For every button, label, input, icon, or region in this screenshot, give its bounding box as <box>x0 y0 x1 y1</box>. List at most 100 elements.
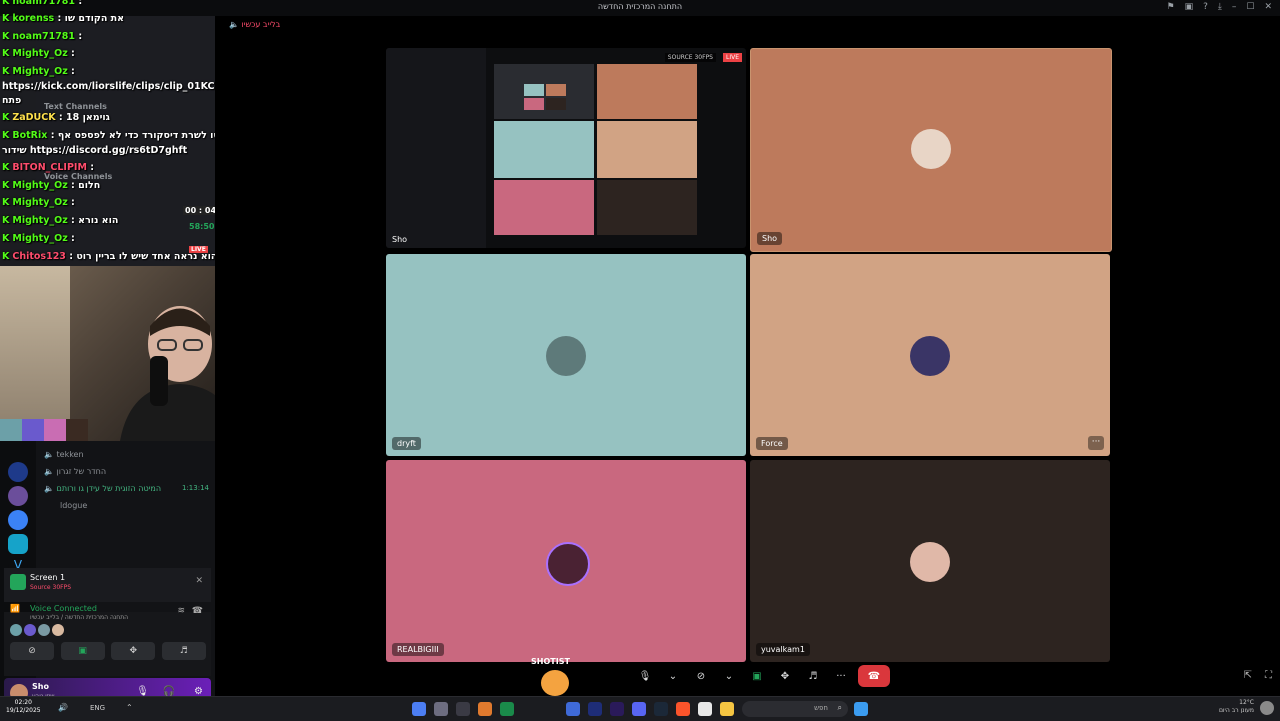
app-icon-after-effects[interactable] <box>588 702 602 716</box>
chat-message: Knoam71781 : <box>2 31 83 42</box>
stream-sidebar-mini <box>386 48 486 248</box>
voice-channel-tekken[interactable]: 🔈 tekken <box>44 450 84 459</box>
end-call-button[interactable]: ☎ <box>858 665 890 687</box>
camera-off-icon: ⊘ <box>696 670 706 682</box>
chat-message: K Mighty_Oz : <box>2 197 75 208</box>
screen-share-toggle[interactable]: ▣ <box>746 665 768 687</box>
mini-tile <box>546 84 566 96</box>
app-icon[interactable] <box>412 702 426 716</box>
more-icon: ··· <box>836 670 846 682</box>
avatar <box>0 419 22 441</box>
soundboard-button[interactable]: ♬ <box>161 642 206 660</box>
windows-start-icon[interactable] <box>854 702 868 716</box>
close-share-icon[interactable]: ✕ <box>195 576 203 586</box>
mic-options-chevron-icon[interactable]: ⌄ <box>662 665 684 687</box>
server-icon[interactable] <box>8 510 28 530</box>
language-indicator[interactable]: ENG <box>90 704 105 712</box>
disconnect-icon[interactable]: ☎ <box>192 606 203 616</box>
server-icon[interactable] <box>8 486 28 506</box>
microphone-icon: 🎙 <box>638 670 652 682</box>
voice-member-avatars <box>10 624 64 636</box>
chat-message: פתח <box>2 95 22 106</box>
chevron-up-icon[interactable]: ⌃ <box>126 703 133 712</box>
speaker-icon: 🔈 <box>229 20 239 29</box>
maximize-icon[interactable]: ☐ <box>1246 2 1254 12</box>
microphone-toggle[interactable]: 🎙 <box>634 665 656 687</box>
screen-share-button[interactable]: ▣ <box>60 642 105 660</box>
avatar <box>910 542 950 582</box>
app-icon[interactable] <box>434 702 448 716</box>
app-icon[interactable] <box>698 702 712 716</box>
screen-share-card[interactable]: Screen 1 Source 30FPS ✕ <box>4 568 211 602</box>
screen-share-icon: ▣ <box>752 670 762 682</box>
participant-tile-dryft[interactable]: dryft <box>386 254 746 456</box>
clock[interactable]: 02:20 19/12/2025 <box>6 699 41 715</box>
stream-tile[interactable]: SOURCE 30FPS LIVE Sho <box>386 48 746 248</box>
stream-tile-dryft <box>494 121 594 178</box>
activities-button[interactable]: ✥ <box>774 665 796 687</box>
chat-message: שידור https://discord.gg/rs6tD7ghft <box>2 145 188 156</box>
app-icon[interactable] <box>478 702 492 716</box>
app-icon[interactable] <box>500 702 514 716</box>
avatar <box>66 419 88 441</box>
participant-tile-sho[interactable]: Sho <box>750 48 1112 252</box>
camera-toggle[interactable]: ⊘ <box>690 665 712 687</box>
app-icon[interactable] <box>456 702 470 716</box>
chat-message: K ZaDUCK : גוימאן 18 <box>2 112 110 123</box>
voice-signal-icon: 📶 <box>10 604 20 613</box>
chat-message: K Mighty_Oz : הוא נורא <box>2 215 119 226</box>
more-button[interactable]: ··· <box>830 665 852 687</box>
avatar <box>546 542 590 586</box>
screen-icon <box>10 574 26 590</box>
fullscreen-icon[interactable]: ⛶ <box>1265 670 1272 681</box>
app-icon[interactable] <box>566 702 580 716</box>
participant-tile-force[interactable]: Force ··· <box>750 254 1110 456</box>
close-icon[interactable]: ✕ <box>1264 2 1272 12</box>
avatar <box>546 336 586 376</box>
server-icon-v[interactable] <box>8 534 28 554</box>
avatar <box>44 419 66 441</box>
search-box[interactable]: חפש ⌕ <box>742 701 848 717</box>
chat-message: Kkorenss : את הקודם שו <box>2 13 125 24</box>
tiger-mascot-label: SHOTIST <box>531 657 570 666</box>
avatar <box>22 419 44 441</box>
speaker-icon: 🔈 <box>44 450 54 459</box>
avatar <box>52 624 64 636</box>
app-icon-brave[interactable] <box>676 702 690 716</box>
chat-message: K BITON_CLIPIM : <box>2 162 95 173</box>
window-controls: ⚑ ▣ ? ⤓ – ☐ ✕ <box>1167 2 1272 12</box>
app-icon-discord[interactable] <box>632 702 646 716</box>
mini-tile <box>524 98 544 110</box>
voice-channel-bed[interactable]: 🔈 המיטה הזוגית של עידן גו ורותם 1:13:14 <box>44 484 209 493</box>
server-icon-pr[interactable] <box>8 462 28 482</box>
chat-message: Knoam71781 : <box>2 0 83 7</box>
activities-button[interactable]: ✥ <box>111 642 156 660</box>
voice-member-ldogue[interactable]: ldogue <box>60 501 87 510</box>
stream-tile-force <box>597 121 697 178</box>
flag-icon[interactable]: ⚑ <box>1167 2 1175 12</box>
avatar <box>10 624 22 636</box>
mini-tile <box>546 98 566 110</box>
camera-options-chevron-icon[interactable]: ⌄ <box>718 665 740 687</box>
file-explorer-icon[interactable] <box>720 702 734 716</box>
volume-icon[interactable]: 🔊 <box>58 703 68 712</box>
minimize-icon[interactable]: – <box>1232 2 1237 12</box>
participant-tile-yuval[interactable]: yuvalkam1 <box>750 460 1110 662</box>
inbox-icon[interactable]: ▣ <box>1185 2 1194 12</box>
stream-tile-sho <box>597 64 697 119</box>
app-icon-steam[interactable] <box>654 702 668 716</box>
soundboard-button[interactable]: ♬ <box>802 665 824 687</box>
popout-icon[interactable]: ⇱ <box>1244 670 1252 681</box>
more-options-button[interactable]: ··· <box>1088 436 1104 450</box>
camera-off-button[interactable]: ⊘ <box>10 642 54 660</box>
download-icon[interactable]: ⤓ <box>1218 2 1222 12</box>
app-icon-premiere[interactable] <box>610 702 624 716</box>
chat-message: K Mighty_Oz : חלום <box>2 180 101 191</box>
noise-suppression-icon[interactable]: ≋ <box>177 606 185 616</box>
help-icon[interactable]: ? <box>1203 2 1208 12</box>
weather-icon <box>1260 701 1274 715</box>
participant-tile-realbig[interactable]: REALBIGIII <box>386 460 746 662</box>
weather-widget[interactable]: 12°C מעונן רב היום <box>1219 699 1254 715</box>
voice-channel-zagron[interactable]: 🔈 החדר של זגרון <box>44 467 106 476</box>
avatar <box>38 624 50 636</box>
